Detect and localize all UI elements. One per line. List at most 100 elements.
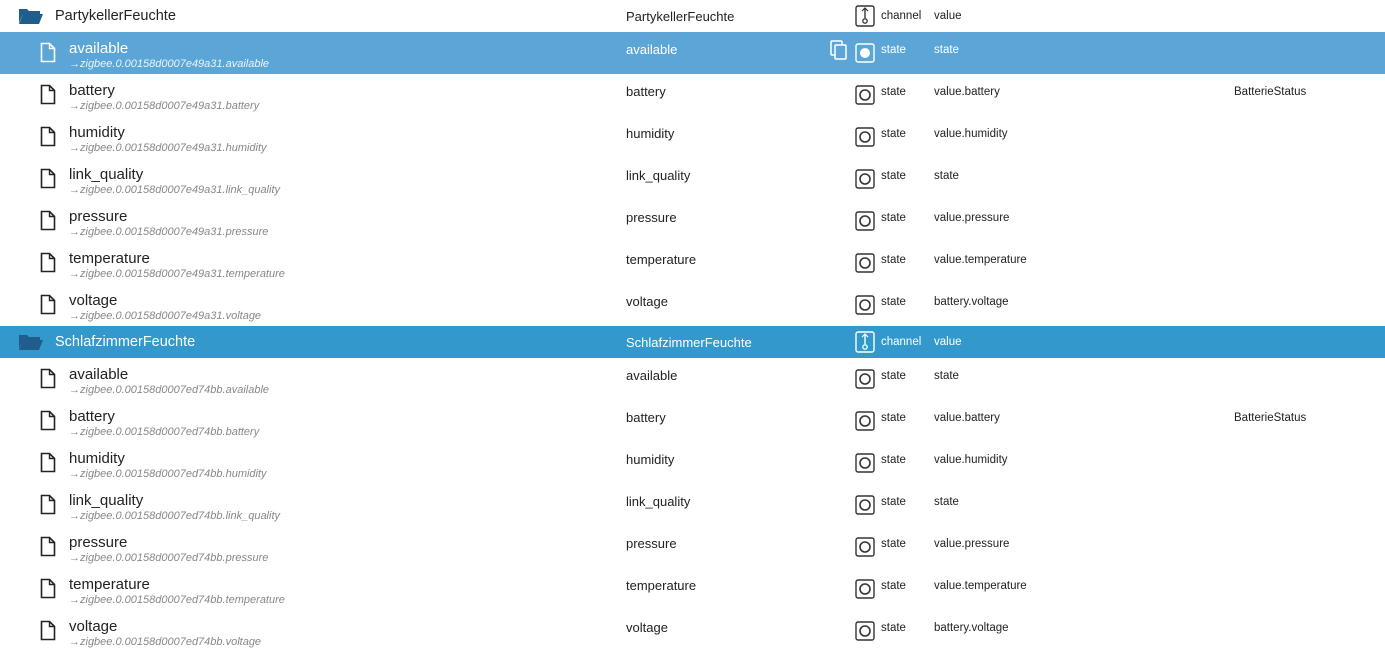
- alias-target: →zigbee.0.00158d0007ed74bb.temperature: [69, 594, 285, 606]
- object-role: value.humidity: [934, 128, 1008, 140]
- channel-icon: [855, 331, 875, 353]
- folder-row[interactable]: SchlafzimmerFeuchte SchlafzimmerFeuchte …: [0, 326, 1385, 358]
- file-icon: [40, 84, 56, 105]
- state-row[interactable]: available →zigbee.0.00158d0007ed74bb.ava…: [0, 358, 1385, 400]
- state-display-name: humidity: [626, 452, 675, 467]
- state-icon: [855, 621, 875, 641]
- file-icon: [40, 210, 56, 231]
- object-type: state: [881, 370, 906, 382]
- state-row[interactable]: available →zigbee.0.00158d0007e49a31.ava…: [0, 32, 1385, 74]
- object-type: state: [881, 86, 906, 98]
- folder-open-icon[interactable]: [18, 7, 44, 25]
- state-icon: [855, 411, 875, 431]
- object-tree-list: PartykellerFeuchte PartykellerFeuchte ch…: [0, 0, 1385, 652]
- state-row[interactable]: pressure →zigbee.0.00158d0007ed74bb.pres…: [0, 526, 1385, 568]
- file-icon: [40, 452, 56, 473]
- folder-display-name: SchlafzimmerFeuchte: [626, 335, 752, 350]
- object-role: value: [934, 10, 962, 22]
- alias-target: →zigbee.0.00158d0007ed74bb.humidity: [69, 468, 267, 480]
- state-row[interactable]: voltage →zigbee.0.00158d0007e49a31.volta…: [0, 284, 1385, 326]
- state-icon: [855, 211, 875, 231]
- object-type: state: [881, 296, 906, 308]
- object-type: state: [881, 622, 906, 634]
- file-icon: [40, 368, 56, 389]
- object-type: state: [881, 212, 906, 224]
- object-type: state: [881, 412, 906, 424]
- state-icon: [855, 579, 875, 599]
- state-name: temperature: [69, 576, 150, 593]
- file-icon: [40, 494, 56, 515]
- file-icon: [40, 294, 56, 315]
- state-row[interactable]: battery →zigbee.0.00158d0007e49a31.batte…: [0, 74, 1385, 116]
- alias-target: →zigbee.0.00158d0007e49a31.available: [69, 58, 270, 70]
- state-display-name: humidity: [626, 126, 675, 141]
- object-type: state: [881, 454, 906, 466]
- state-name: link_quality: [69, 166, 144, 183]
- object-role: value.humidity: [934, 454, 1008, 466]
- state-icon: [855, 537, 875, 557]
- state-row[interactable]: humidity →zigbee.0.00158d0007ed74bb.humi…: [0, 442, 1385, 484]
- state-icon: [855, 85, 875, 105]
- state-display-name: link_quality: [626, 494, 691, 509]
- object-role: value.temperature: [934, 254, 1027, 266]
- object-role: value: [934, 336, 962, 348]
- state-row[interactable]: link_quality →zigbee.0.00158d0007ed74bb.…: [0, 484, 1385, 526]
- state-icon: [855, 43, 875, 63]
- object-role: value.battery: [934, 86, 1000, 98]
- object-role: value.temperature: [934, 580, 1027, 592]
- state-row[interactable]: link_quality →zigbee.0.00158d0007e49a31.…: [0, 158, 1385, 200]
- state-row[interactable]: voltage →zigbee.0.00158d0007ed74bb.volta…: [0, 610, 1385, 652]
- object-role: state: [934, 44, 959, 56]
- object-type: state: [881, 580, 906, 592]
- state-display-name: temperature: [626, 252, 697, 267]
- state-name: temperature: [69, 250, 150, 267]
- state-row[interactable]: battery →zigbee.0.00158d0007ed74bb.batte…: [0, 400, 1385, 442]
- folder-row[interactable]: PartykellerFeuchte PartykellerFeuchte ch…: [0, 0, 1385, 32]
- state-name: humidity: [69, 124, 125, 141]
- object-role: battery.voltage: [934, 296, 1009, 308]
- object-function: BatterieStatus: [1234, 412, 1307, 424]
- folder-title: PartykellerFeuchte: [55, 8, 176, 24]
- state-icon: [855, 295, 875, 315]
- file-icon: [40, 578, 56, 599]
- object-type: state: [881, 496, 906, 508]
- file-icon: [40, 252, 56, 273]
- file-icon: [40, 126, 56, 147]
- state-row[interactable]: humidity →zigbee.0.00158d0007e49a31.humi…: [0, 116, 1385, 158]
- state-name: pressure: [69, 208, 128, 225]
- copy-icon[interactable]: [829, 39, 849, 61]
- state-name: humidity: [69, 450, 125, 467]
- state-display-name: available: [626, 42, 678, 57]
- state-icon: [855, 127, 875, 147]
- state-icon: [855, 495, 875, 515]
- alias-target: →zigbee.0.00158d0007e49a31.pressure: [69, 226, 269, 238]
- folder-open-icon[interactable]: [18, 333, 44, 351]
- state-display-name: voltage: [626, 294, 668, 309]
- alias-target: →zigbee.0.00158d0007ed74bb.available: [69, 384, 270, 396]
- file-icon: [40, 168, 56, 189]
- object-type: state: [881, 254, 906, 266]
- state-row[interactable]: temperature →zigbee.0.00158d0007ed74bb.t…: [0, 568, 1385, 610]
- alias-target: →zigbee.0.00158d0007e49a31.voltage: [69, 310, 262, 322]
- state-name: battery: [69, 408, 115, 425]
- state-row[interactable]: pressure →zigbee.0.00158d0007e49a31.pres…: [0, 200, 1385, 242]
- object-role: value.pressure: [934, 212, 1010, 224]
- state-name: link_quality: [69, 492, 144, 509]
- state-row[interactable]: temperature →zigbee.0.00158d0007e49a31.t…: [0, 242, 1385, 284]
- object-function: BatterieStatus: [1234, 86, 1307, 98]
- object-type: state: [881, 128, 906, 140]
- file-icon: [40, 42, 56, 63]
- alias-target: →zigbee.0.00158d0007e49a31.battery: [69, 100, 260, 112]
- state-display-name: link_quality: [626, 168, 691, 183]
- alias-target: →zigbee.0.00158d0007ed74bb.link_quality: [69, 510, 281, 522]
- state-name: available: [69, 40, 129, 57]
- state-display-name: pressure: [626, 536, 677, 551]
- file-icon: [40, 536, 56, 557]
- state-name: battery: [69, 82, 115, 99]
- state-display-name: battery: [626, 410, 666, 425]
- alias-target: →zigbee.0.00158d0007ed74bb.battery: [69, 426, 260, 438]
- state-display-name: temperature: [626, 578, 697, 593]
- folder-title: SchlafzimmerFeuchte: [55, 334, 196, 350]
- alias-target: →zigbee.0.00158d0007ed74bb.pressure: [69, 552, 269, 564]
- alias-target: →zigbee.0.00158d0007e49a31.temperature: [69, 268, 285, 280]
